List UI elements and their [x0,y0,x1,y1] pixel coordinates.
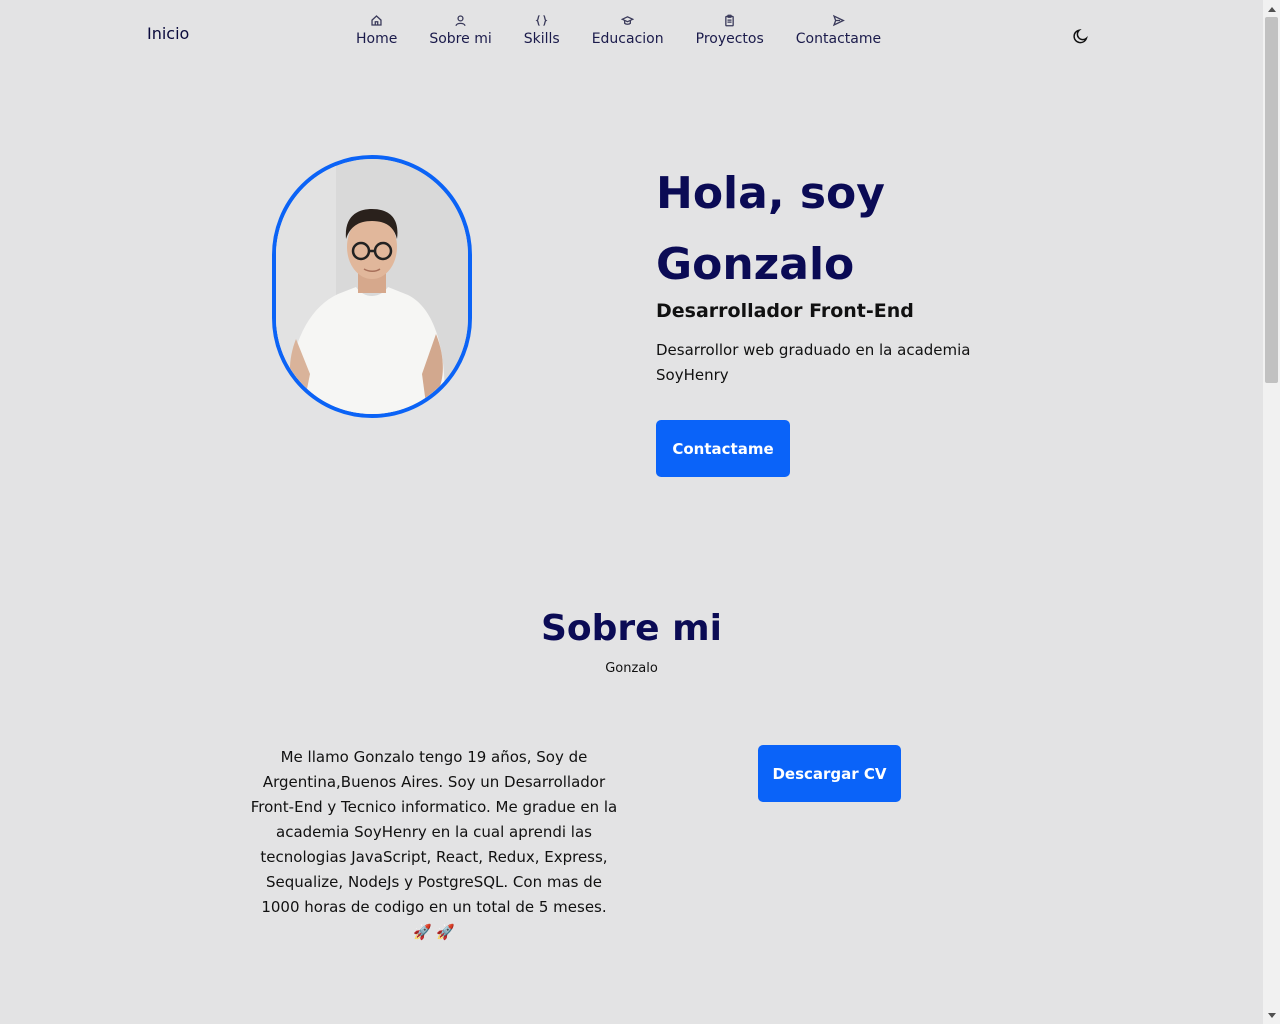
send-icon [832,14,845,27]
theme-toggle-button[interactable] [1072,27,1092,47]
scrollbar-thumb[interactable] [1265,17,1278,383]
scroll-up-arrow-icon[interactable] [1263,0,1280,17]
scroll-down-arrow-icon[interactable] [1263,1007,1280,1024]
hero-title: Hola, soy Gonzalo [656,168,885,290]
vertical-scrollbar[interactable] [1263,0,1280,1024]
main-nav: Home Sobre mi Skills Educacion Proyectos… [340,14,897,47]
profile-photo-illustration [276,159,468,414]
nav-label-proyectos: Proyectos [695,31,764,47]
nav-label-home: Home [356,31,398,47]
clipboard-icon [725,14,735,27]
graduation-cap-icon [621,16,635,25]
brand-link[interactable]: Inicio [147,24,189,43]
nav-item-skills[interactable]: Skills [508,14,576,47]
site-header: Inicio Home Sobre mi Skills Educacion Pr… [0,0,1263,72]
profile-photo [272,155,472,418]
about-text: Me llamo Gonzalo tengo 19 años, Soy de A… [250,748,618,941]
about-subtitle: Gonzalo [605,661,658,676]
nav-label-contactame: Contactame [795,31,882,47]
user-icon [455,15,466,27]
about-title: Sobre mi [541,608,722,649]
nav-label-sobre-mi: Sobre mi [429,31,492,47]
hero-description: Desarrollor web graduado en la academia … [656,341,971,384]
code-braces-icon [535,14,548,27]
nav-label-skills: Skills [523,31,560,47]
home-icon [371,15,382,26]
nav-item-educacion[interactable]: Educacion [576,14,680,47]
download-cv-button[interactable]: Descargar CV [758,745,901,802]
nav-item-contactame[interactable]: Contactame [780,14,897,47]
nav-label-educacion: Educacion [591,31,664,47]
hero-subtitle: Desarrollador Front-End [656,300,914,322]
contactame-button[interactable]: Contactame [656,420,790,477]
nav-item-proyectos[interactable]: Proyectos [680,14,780,47]
nav-item-sobre-mi[interactable]: Sobre mi [413,14,507,47]
moon-icon [1073,28,1088,44]
nav-item-home[interactable]: Home [340,14,413,47]
